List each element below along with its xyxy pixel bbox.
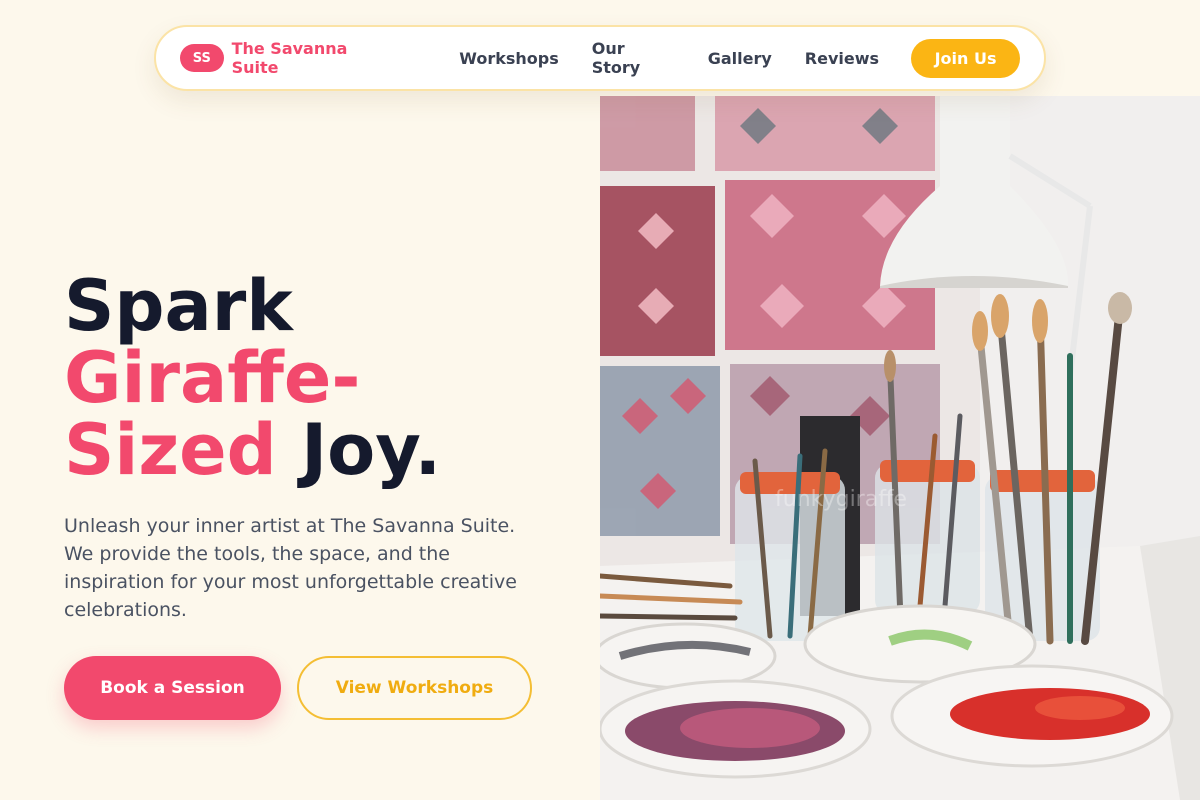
nav-link-workshops[interactable]: Workshops bbox=[459, 49, 558, 68]
headline-highlight-1: Giraffe- bbox=[64, 337, 361, 419]
view-workshops-button[interactable]: View Workshops bbox=[297, 656, 532, 720]
hero-image: funkygiraffe bbox=[600, 96, 1200, 800]
brand-logo[interactable]: SS The Savanna Suite bbox=[180, 39, 398, 77]
hero-headline: Spark Giraffe- Sized Joy. bbox=[64, 270, 441, 486]
image-watermark: funkygiraffe bbox=[775, 487, 907, 512]
headline-highlight-2: Sized bbox=[64, 409, 277, 491]
nav-link-our-story[interactable]: Our Story bbox=[592, 39, 675, 77]
join-us-button[interactable]: Join Us bbox=[911, 38, 1020, 78]
brand-name: The Savanna Suite bbox=[231, 39, 348, 77]
nav-links: Workshops Our Story Gallery Reviews bbox=[459, 39, 879, 77]
paint-brushes-photo-icon: funkygiraffe bbox=[600, 96, 1200, 800]
headline-end: Joy. bbox=[276, 409, 442, 491]
nav-link-reviews[interactable]: Reviews bbox=[805, 49, 879, 68]
book-session-button[interactable]: Book a Session bbox=[64, 656, 281, 720]
top-navbar: SS The Savanna Suite Workshops Our Story… bbox=[154, 25, 1046, 91]
hero-lead-paragraph: Unleash your inner artist at The Savanna… bbox=[64, 515, 517, 621]
logo-badge: SS bbox=[180, 44, 224, 72]
headline-line-1: Spark bbox=[64, 265, 293, 347]
nav-link-gallery[interactable]: Gallery bbox=[708, 49, 772, 68]
